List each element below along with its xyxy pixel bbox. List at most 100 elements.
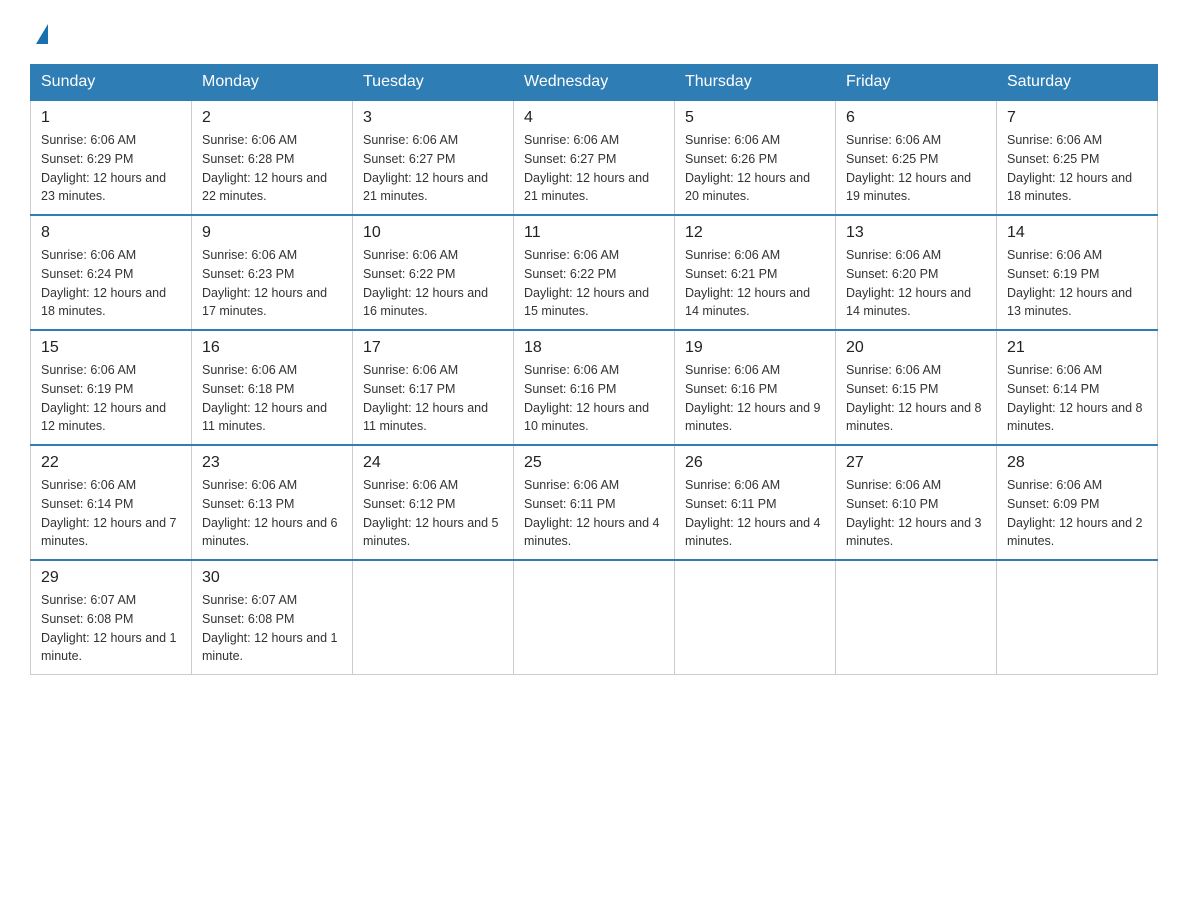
page-header [30, 20, 1158, 44]
day-number: 2 [202, 109, 342, 127]
day-info: Sunrise: 6:07 AMSunset: 6:08 PMDaylight:… [41, 591, 181, 666]
day-number: 17 [363, 339, 503, 357]
day-number: 22 [41, 454, 181, 472]
calendar-cell: 30 Sunrise: 6:07 AMSunset: 6:08 PMDaylig… [192, 560, 353, 675]
week-row-5: 29 Sunrise: 6:07 AMSunset: 6:08 PMDaylig… [31, 560, 1158, 675]
day-info: Sunrise: 6:06 AMSunset: 6:19 PMDaylight:… [1007, 246, 1147, 321]
day-info: Sunrise: 6:06 AMSunset: 6:17 PMDaylight:… [363, 361, 503, 436]
day-info: Sunrise: 6:06 AMSunset: 6:22 PMDaylight:… [363, 246, 503, 321]
day-info: Sunrise: 6:06 AMSunset: 6:27 PMDaylight:… [524, 131, 664, 206]
calendar-cell: 6 Sunrise: 6:06 AMSunset: 6:25 PMDayligh… [836, 100, 997, 215]
calendar-cell: 22 Sunrise: 6:06 AMSunset: 6:14 PMDaylig… [31, 445, 192, 560]
calendar-cell [514, 560, 675, 675]
day-info: Sunrise: 6:06 AMSunset: 6:25 PMDaylight:… [1007, 131, 1147, 206]
calendar-cell: 13 Sunrise: 6:06 AMSunset: 6:20 PMDaylig… [836, 215, 997, 330]
calendar-cell [836, 560, 997, 675]
calendar-cell: 5 Sunrise: 6:06 AMSunset: 6:26 PMDayligh… [675, 100, 836, 215]
calendar-cell: 4 Sunrise: 6:06 AMSunset: 6:27 PMDayligh… [514, 100, 675, 215]
calendar-cell: 29 Sunrise: 6:07 AMSunset: 6:08 PMDaylig… [31, 560, 192, 675]
day-number: 29 [41, 569, 181, 587]
calendar-cell: 3 Sunrise: 6:06 AMSunset: 6:27 PMDayligh… [353, 100, 514, 215]
day-number: 26 [685, 454, 825, 472]
day-number: 8 [41, 224, 181, 242]
calendar-cell: 20 Sunrise: 6:06 AMSunset: 6:15 PMDaylig… [836, 330, 997, 445]
day-info: Sunrise: 6:06 AMSunset: 6:18 PMDaylight:… [202, 361, 342, 436]
calendar-cell: 17 Sunrise: 6:06 AMSunset: 6:17 PMDaylig… [353, 330, 514, 445]
logo [30, 20, 48, 44]
day-number: 18 [524, 339, 664, 357]
day-info: Sunrise: 6:06 AMSunset: 6:16 PMDaylight:… [685, 361, 825, 436]
calendar-cell: 23 Sunrise: 6:06 AMSunset: 6:13 PMDaylig… [192, 445, 353, 560]
day-info: Sunrise: 6:06 AMSunset: 6:23 PMDaylight:… [202, 246, 342, 321]
day-info: Sunrise: 6:06 AMSunset: 6:16 PMDaylight:… [524, 361, 664, 436]
calendar-cell: 28 Sunrise: 6:06 AMSunset: 6:09 PMDaylig… [997, 445, 1158, 560]
day-info: Sunrise: 6:06 AMSunset: 6:14 PMDaylight:… [1007, 361, 1147, 436]
header-sunday: Sunday [31, 65, 192, 101]
day-number: 16 [202, 339, 342, 357]
calendar-cell: 10 Sunrise: 6:06 AMSunset: 6:22 PMDaylig… [353, 215, 514, 330]
week-row-2: 8 Sunrise: 6:06 AMSunset: 6:24 PMDayligh… [31, 215, 1158, 330]
calendar-cell: 11 Sunrise: 6:06 AMSunset: 6:22 PMDaylig… [514, 215, 675, 330]
calendar-cell: 27 Sunrise: 6:06 AMSunset: 6:10 PMDaylig… [836, 445, 997, 560]
day-number: 13 [846, 224, 986, 242]
calendar-table: SundayMondayTuesdayWednesdayThursdayFrid… [30, 64, 1158, 675]
day-number: 10 [363, 224, 503, 242]
day-number: 4 [524, 109, 664, 127]
calendar-cell: 21 Sunrise: 6:06 AMSunset: 6:14 PMDaylig… [997, 330, 1158, 445]
day-number: 28 [1007, 454, 1147, 472]
day-info: Sunrise: 6:06 AMSunset: 6:10 PMDaylight:… [846, 476, 986, 551]
day-info: Sunrise: 6:06 AMSunset: 6:11 PMDaylight:… [524, 476, 664, 551]
day-info: Sunrise: 6:06 AMSunset: 6:26 PMDaylight:… [685, 131, 825, 206]
day-info: Sunrise: 6:06 AMSunset: 6:25 PMDaylight:… [846, 131, 986, 206]
calendar-cell [353, 560, 514, 675]
header-friday: Friday [836, 65, 997, 101]
week-row-3: 15 Sunrise: 6:06 AMSunset: 6:19 PMDaylig… [31, 330, 1158, 445]
day-number: 15 [41, 339, 181, 357]
day-number: 19 [685, 339, 825, 357]
calendar-cell: 15 Sunrise: 6:06 AMSunset: 6:19 PMDaylig… [31, 330, 192, 445]
calendar-cell: 9 Sunrise: 6:06 AMSunset: 6:23 PMDayligh… [192, 215, 353, 330]
header-monday: Monday [192, 65, 353, 101]
week-row-4: 22 Sunrise: 6:06 AMSunset: 6:14 PMDaylig… [31, 445, 1158, 560]
day-number: 1 [41, 109, 181, 127]
header-tuesday: Tuesday [353, 65, 514, 101]
day-info: Sunrise: 6:06 AMSunset: 6:19 PMDaylight:… [41, 361, 181, 436]
calendar-cell: 12 Sunrise: 6:06 AMSunset: 6:21 PMDaylig… [675, 215, 836, 330]
day-info: Sunrise: 6:06 AMSunset: 6:27 PMDaylight:… [363, 131, 503, 206]
day-number: 25 [524, 454, 664, 472]
day-info: Sunrise: 6:06 AMSunset: 6:15 PMDaylight:… [846, 361, 986, 436]
day-number: 7 [1007, 109, 1147, 127]
day-number: 20 [846, 339, 986, 357]
day-info: Sunrise: 6:06 AMSunset: 6:21 PMDaylight:… [685, 246, 825, 321]
day-info: Sunrise: 6:06 AMSunset: 6:22 PMDaylight:… [524, 246, 664, 321]
day-info: Sunrise: 6:06 AMSunset: 6:11 PMDaylight:… [685, 476, 825, 551]
day-number: 30 [202, 569, 342, 587]
logo-triangle-icon [36, 24, 48, 44]
day-number: 3 [363, 109, 503, 127]
header-wednesday: Wednesday [514, 65, 675, 101]
day-info: Sunrise: 6:06 AMSunset: 6:09 PMDaylight:… [1007, 476, 1147, 551]
calendar-cell: 19 Sunrise: 6:06 AMSunset: 6:16 PMDaylig… [675, 330, 836, 445]
day-number: 6 [846, 109, 986, 127]
calendar-cell: 24 Sunrise: 6:06 AMSunset: 6:12 PMDaylig… [353, 445, 514, 560]
calendar-cell: 14 Sunrise: 6:06 AMSunset: 6:19 PMDaylig… [997, 215, 1158, 330]
day-info: Sunrise: 6:07 AMSunset: 6:08 PMDaylight:… [202, 591, 342, 666]
header-thursday: Thursday [675, 65, 836, 101]
day-info: Sunrise: 6:06 AMSunset: 6:13 PMDaylight:… [202, 476, 342, 551]
day-number: 14 [1007, 224, 1147, 242]
header-saturday: Saturday [997, 65, 1158, 101]
day-info: Sunrise: 6:06 AMSunset: 6:28 PMDaylight:… [202, 131, 342, 206]
day-number: 24 [363, 454, 503, 472]
day-number: 11 [524, 224, 664, 242]
day-info: Sunrise: 6:06 AMSunset: 6:24 PMDaylight:… [41, 246, 181, 321]
calendar-cell: 7 Sunrise: 6:06 AMSunset: 6:25 PMDayligh… [997, 100, 1158, 215]
day-number: 5 [685, 109, 825, 127]
calendar-cell: 26 Sunrise: 6:06 AMSunset: 6:11 PMDaylig… [675, 445, 836, 560]
calendar-cell: 25 Sunrise: 6:06 AMSunset: 6:11 PMDaylig… [514, 445, 675, 560]
day-number: 21 [1007, 339, 1147, 357]
week-row-1: 1 Sunrise: 6:06 AMSunset: 6:29 PMDayligh… [31, 100, 1158, 215]
day-number: 23 [202, 454, 342, 472]
calendar-cell: 16 Sunrise: 6:06 AMSunset: 6:18 PMDaylig… [192, 330, 353, 445]
calendar-header-row: SundayMondayTuesdayWednesdayThursdayFrid… [31, 65, 1158, 101]
day-info: Sunrise: 6:06 AMSunset: 6:29 PMDaylight:… [41, 131, 181, 206]
